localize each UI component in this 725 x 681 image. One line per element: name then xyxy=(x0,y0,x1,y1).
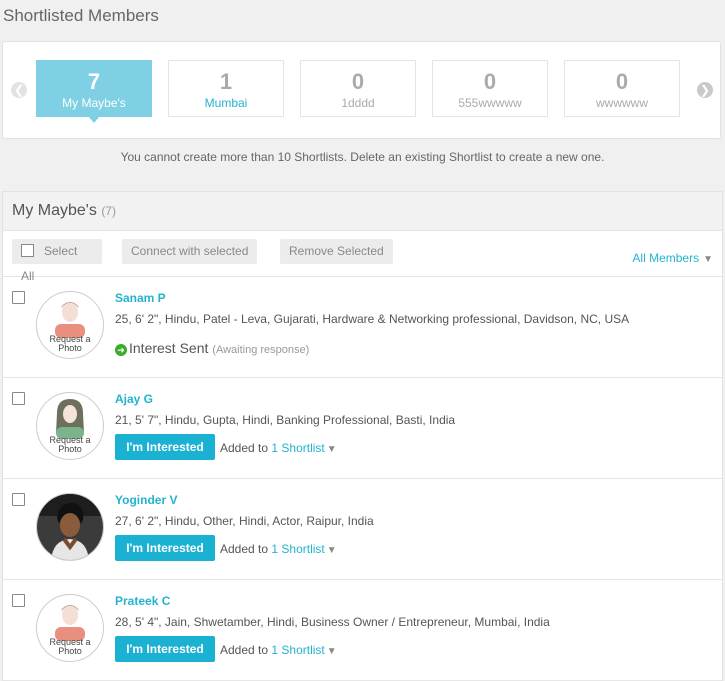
added-to-text: Added to xyxy=(220,441,269,455)
chevron-down-icon[interactable]: ▼ xyxy=(327,545,337,556)
shortlist-name: 555wwwww xyxy=(458,96,522,110)
request-photo-text: Request a Photo xyxy=(49,637,91,656)
select-all-checkbox[interactable] xyxy=(21,244,34,257)
profile-photo-image xyxy=(37,494,103,560)
chevron-down-icon: ▼ xyxy=(703,254,713,265)
status-text: Interest Sent xyxy=(129,340,209,356)
select-all-button[interactable]: Select All xyxy=(12,239,102,283)
section-title: My Maybe's xyxy=(12,202,97,219)
member-select-checkbox[interactable] xyxy=(12,291,25,304)
shortlist-info: Added to 1 Shortlist ▼ xyxy=(220,643,337,657)
shortlist-card-1dddd[interactable]: 0 1dddd xyxy=(300,60,416,117)
members-toolbar: Select All Connect with selected Remove … xyxy=(3,231,722,283)
member-filter-dropdown[interactable]: All Members ▼ xyxy=(632,251,713,265)
member-row: Request a Photo Ajay G 21, 5' 7", Hindu,… xyxy=(3,378,722,479)
interest-status: ➜ Interest Sent (Awaiting response) xyxy=(115,340,309,356)
added-to-text: Added to xyxy=(220,643,269,657)
im-interested-button[interactable]: I'm Interested xyxy=(115,535,215,561)
member-details: 21, 5' 7", Hindu, Gupta, Hindi, Banking … xyxy=(115,413,456,427)
member-row: Request a Photo Prateek C 28, 5' 4", Jai… xyxy=(3,580,722,681)
request-photo-text: Request a Photo xyxy=(49,435,91,454)
shortlist-name: My Maybe's xyxy=(62,96,126,110)
shortlist-card-my-maybes[interactable]: 7 My Maybe's xyxy=(36,60,152,123)
member-row: Request a Photo Sanam P 25, 6' 2", Hindu… xyxy=(3,277,722,378)
member-name[interactable]: Ajay G xyxy=(115,392,153,406)
avatar-placeholder-male[interactable]: Request a Photo xyxy=(36,594,104,662)
shortlist-link[interactable]: 1 Shortlist xyxy=(271,441,324,455)
shortlist-card-mumbai[interactable]: 1 Mumbai xyxy=(168,60,284,117)
section-header: My Maybe's (7) xyxy=(3,192,722,231)
member-filter-label: All Members xyxy=(632,251,700,265)
shortlist-count: 0 xyxy=(615,69,629,94)
request-photo-text: Request a Photo xyxy=(49,334,91,353)
member-details: 25, 6' 2", Hindu, Patel - Leva, Gujarati… xyxy=(115,312,630,326)
shortlist-count: 7 xyxy=(87,69,101,94)
members-panel: My Maybe's (7) Select All Connect with s… xyxy=(2,191,723,681)
shortlist-carousel: ❮ 7 My Maybe's 1 Mumbai 0 1dddd 0 555www… xyxy=(2,41,721,139)
carousel-next-icon[interactable]: ❯ xyxy=(697,82,713,98)
member-select-checkbox[interactable] xyxy=(12,392,25,405)
added-to-text: Added to xyxy=(220,542,269,556)
chevron-down-icon[interactable]: ▼ xyxy=(327,444,337,455)
status-note: (Awaiting response) xyxy=(212,344,310,356)
member-select-checkbox[interactable] xyxy=(12,594,25,607)
shortlist-count: 0 xyxy=(483,69,497,94)
shortlist-link[interactable]: 1 Shortlist xyxy=(271,643,324,657)
shortlist-info: Added to 1 Shortlist ▼ xyxy=(220,441,337,455)
section-count: (7) xyxy=(101,204,116,218)
connect-selected-button[interactable]: Connect with selected xyxy=(122,239,258,264)
member-name[interactable]: Prateek C xyxy=(115,594,170,608)
carousel-prev-icon[interactable]: ❮ xyxy=(11,82,27,98)
im-interested-button[interactable]: I'm Interested xyxy=(115,636,215,662)
shortlist-count: 0 xyxy=(351,69,365,94)
im-interested-button[interactable]: I'm Interested xyxy=(115,434,215,460)
remove-selected-button[interactable]: Remove Selected xyxy=(280,239,393,264)
shortlist-card-wwwwww[interactable]: 0 wwwwww xyxy=(564,60,680,117)
shortlist-count: 1 xyxy=(219,69,233,94)
page-title: Shortlisted Members xyxy=(3,6,159,25)
member-details: 28, 5' 4", Jain, Shwetamber, Hindi, Busi… xyxy=(115,615,550,629)
shortlist-name: 1dddd xyxy=(341,96,375,110)
chevron-down-icon[interactable]: ▼ xyxy=(327,646,337,657)
arrow-right-icon: ➜ xyxy=(115,344,127,356)
shortlist-name: Mumbai xyxy=(204,96,248,110)
avatar-placeholder-male[interactable]: Request a Photo xyxy=(36,291,104,359)
avatar-photo[interactable] xyxy=(36,493,104,561)
member-name[interactable]: Sanam P xyxy=(115,291,166,305)
shortlist-card-555wwwww[interactable]: 0 555wwwww xyxy=(432,60,548,117)
shortlist-info: Added to 1 Shortlist ▼ xyxy=(220,542,337,556)
member-name[interactable]: Yoginder V xyxy=(115,493,177,507)
member-row: Yoginder V 27, 6' 2", Hindu, Other, Hind… xyxy=(3,479,722,580)
member-details: 27, 6' 2", Hindu, Other, Hindi, Actor, R… xyxy=(115,514,374,528)
member-select-checkbox[interactable] xyxy=(12,493,25,506)
shortlist-limit-notice: You cannot create more than 10 Shortlist… xyxy=(120,150,605,164)
shortlist-name: wwwwww xyxy=(596,96,648,110)
shortlist-link[interactable]: 1 Shortlist xyxy=(271,542,324,556)
avatar-placeholder-female[interactable]: Request a Photo xyxy=(36,392,104,460)
